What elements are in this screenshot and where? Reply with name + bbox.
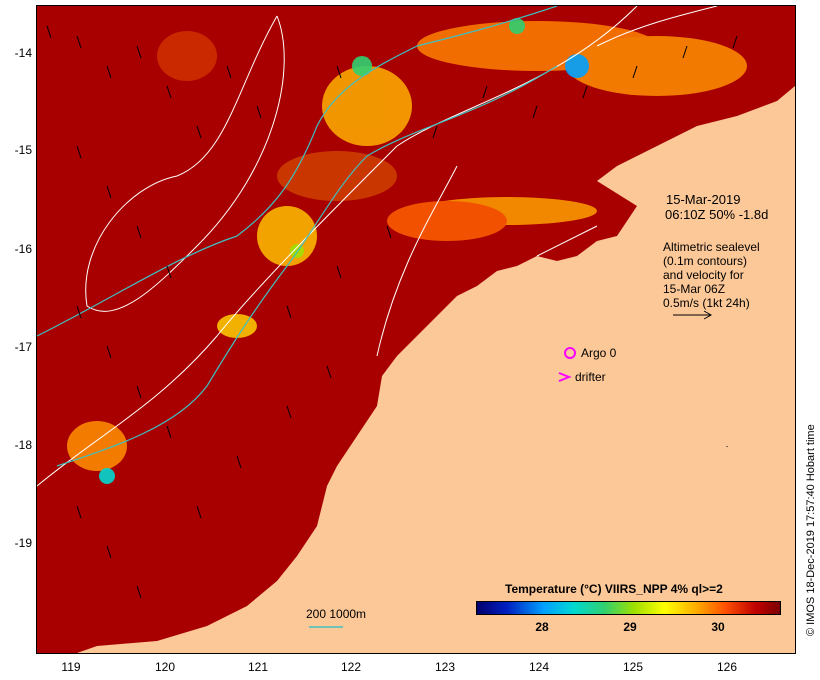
altimetry-line: 15-Mar 06Z: [663, 282, 726, 296]
altimetry-line: and velocity for: [663, 268, 744, 282]
lon-tick-label: 122: [340, 660, 362, 674]
altimetry-line: Altimetric sealevel: [663, 240, 760, 254]
date-label: 15-Mar-2019: [666, 192, 741, 207]
sst-map: [37, 6, 795, 653]
lon-tick-label: 121: [247, 660, 269, 674]
time-label: 06:10Z 50% -1.8d: [665, 207, 769, 222]
lon-tick-label: 123: [434, 660, 456, 674]
lat-tick-label: -19: [14, 536, 32, 550]
colorbar-tick: 30: [711, 620, 725, 634]
argo-label: Argo 0: [581, 346, 617, 360]
lon-tick-label: 120: [154, 660, 176, 674]
altimetry-line: (0.1m contours): [663, 254, 748, 268]
colorbar-title: Temperature (°C) VIIRS_NPP 4% ql>=2: [505, 582, 723, 596]
credit-text: © IMOS 18-Dec-2019 17:57:40 Hobart time: [805, 424, 817, 636]
lat-tick-label: -14: [14, 46, 32, 60]
altimetry-line: 0.5m/s (1kt 24h): [663, 296, 750, 310]
lon-tick-label: 126: [716, 660, 738, 674]
drifter-label: drifter: [575, 370, 606, 384]
lon-tick-label: 119: [61, 660, 81, 674]
lon-tick-label: 124: [528, 660, 550, 674]
colorbar-tick: 28: [535, 620, 549, 634]
lat-tick-label: -15: [14, 143, 32, 157]
lon-tick-label: 125: [622, 660, 644, 674]
colorbar-tick: 29: [623, 620, 637, 634]
colorbar: [476, 601, 781, 615]
isobath-label: 200 1000m: [306, 607, 367, 621]
map-frame[interactable]: [36, 5, 796, 654]
lat-tick-label: -18: [14, 438, 32, 452]
lat-tick-label: -16: [14, 242, 32, 256]
lat-tick-label: -17: [14, 340, 32, 354]
